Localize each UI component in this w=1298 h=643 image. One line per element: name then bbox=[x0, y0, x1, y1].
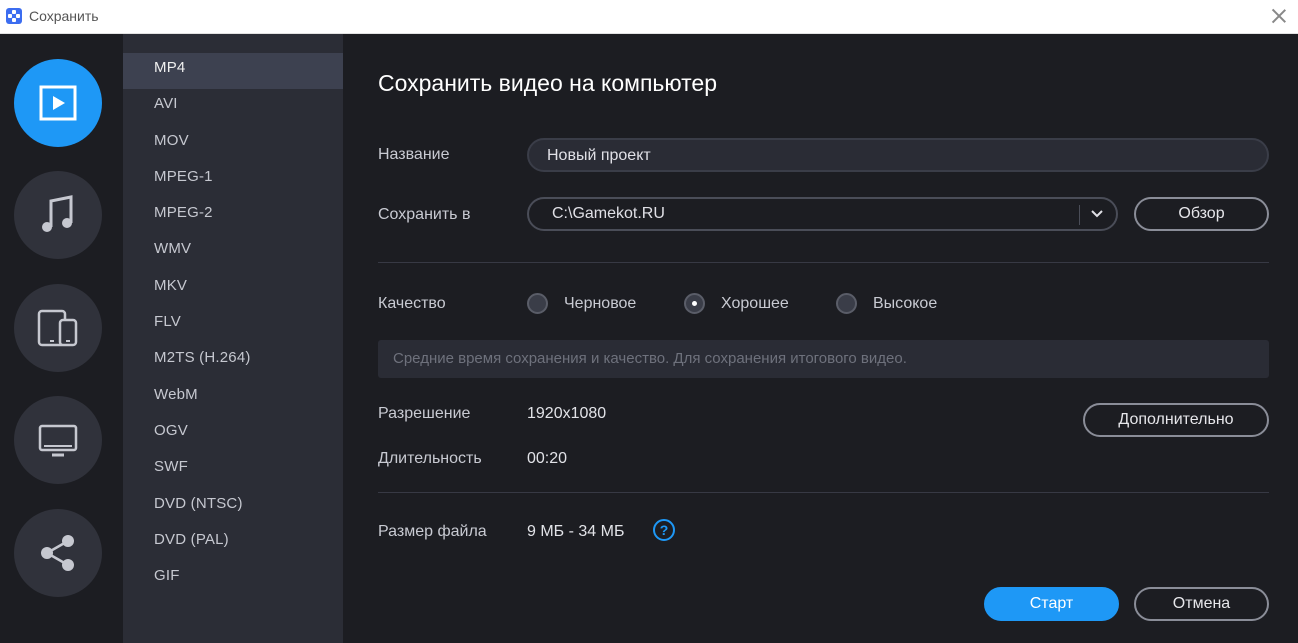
resolution-value: 1920x1080 bbox=[527, 405, 607, 422]
name-input[interactable]: Новый проект bbox=[527, 138, 1269, 172]
quality-good-label[interactable]: Хорошее bbox=[721, 295, 789, 313]
page-title: Сохранить видео на компьютер bbox=[378, 70, 717, 96]
format-item[interactable]: WMV bbox=[123, 234, 343, 270]
filesize-label: Размер файла bbox=[378, 523, 487, 540]
start-button[interactable]: Старт bbox=[984, 587, 1119, 621]
close-icon[interactable] bbox=[1268, 5, 1290, 27]
divider bbox=[378, 262, 1269, 263]
quality-label: Качество bbox=[378, 295, 446, 312]
quality-good-radio[interactable] bbox=[684, 293, 705, 314]
music-icon bbox=[42, 195, 73, 232]
chevron-down-icon[interactable] bbox=[1089, 205, 1105, 221]
divider bbox=[378, 492, 1269, 493]
quality-hint: Средние время сохранения и качество. Для… bbox=[378, 340, 1269, 378]
monitor-icon bbox=[38, 424, 78, 457]
category-tv-button[interactable] bbox=[14, 396, 102, 484]
save-panel: Сохранить видео на компьютер Название Но… bbox=[343, 34, 1298, 643]
name-label: Название bbox=[378, 146, 450, 163]
format-item[interactable]: SWF bbox=[123, 452, 343, 488]
format-item[interactable]: MPEG-2 bbox=[123, 198, 343, 234]
category-sidebar bbox=[0, 34, 123, 643]
help-icon[interactable]: ? bbox=[653, 519, 675, 541]
video-icon bbox=[39, 85, 77, 121]
name-input-value: Новый проект bbox=[547, 147, 651, 164]
app-logo-icon bbox=[6, 8, 22, 24]
format-item[interactable]: MOV bbox=[123, 126, 343, 162]
format-item[interactable]: MP4 bbox=[123, 53, 343, 90]
format-item[interactable]: M2TS (H.264) bbox=[123, 343, 343, 379]
quality-high-label[interactable]: Высокое bbox=[873, 295, 937, 313]
format-item[interactable]: MKV bbox=[123, 271, 343, 307]
format-list: MP4 AVI MOV MPEG-1 MPEG-2 WMV MKV FLV M2… bbox=[123, 34, 343, 643]
format-item[interactable]: DVD (NTSC) bbox=[123, 489, 343, 525]
advanced-button[interactable]: Дополнительно bbox=[1083, 403, 1269, 437]
devices-icon bbox=[37, 309, 78, 347]
format-item[interactable]: AVI bbox=[123, 89, 343, 125]
category-video-button[interactable] bbox=[14, 59, 102, 147]
cancel-button[interactable]: Отмена bbox=[1134, 587, 1269, 621]
filesize-value: 9 МБ - 34 МБ bbox=[527, 523, 625, 540]
format-item[interactable]: OGV bbox=[123, 416, 343, 452]
format-item[interactable]: FLV bbox=[123, 307, 343, 343]
quality-high-radio[interactable] bbox=[836, 293, 857, 314]
duration-value: 00:20 bbox=[527, 450, 568, 467]
resolution-label: Разрешение bbox=[378, 405, 471, 422]
format-item[interactable]: GIF bbox=[123, 561, 343, 597]
quality-draft-radio[interactable] bbox=[527, 293, 548, 314]
select-divider bbox=[1079, 205, 1080, 225]
browse-button[interactable]: Обзор bbox=[1134, 197, 1269, 231]
category-share-button[interactable] bbox=[14, 509, 102, 597]
window-title: Сохранить bbox=[29, 8, 99, 24]
title-bar: Сохранить bbox=[0, 0, 1298, 34]
share-icon bbox=[41, 535, 74, 571]
quality-hint-text: Средние время сохранения и качество. Для… bbox=[393, 350, 907, 367]
category-audio-button[interactable] bbox=[14, 171, 102, 259]
format-item[interactable]: WebM bbox=[123, 380, 343, 416]
format-item[interactable]: MPEG-1 bbox=[123, 162, 343, 198]
save-path-label: Сохранить в bbox=[378, 206, 471, 223]
format-item[interactable]: DVD (PAL) bbox=[123, 525, 343, 561]
quality-draft-label[interactable]: Черновое bbox=[564, 295, 636, 313]
save-path-select[interactable]: C:\Gamekot.RU bbox=[527, 197, 1118, 231]
save-path-value: C:\Gamekot.RU bbox=[552, 205, 665, 222]
duration-label: Длительность bbox=[378, 450, 482, 467]
category-devices-button[interactable] bbox=[14, 284, 102, 372]
